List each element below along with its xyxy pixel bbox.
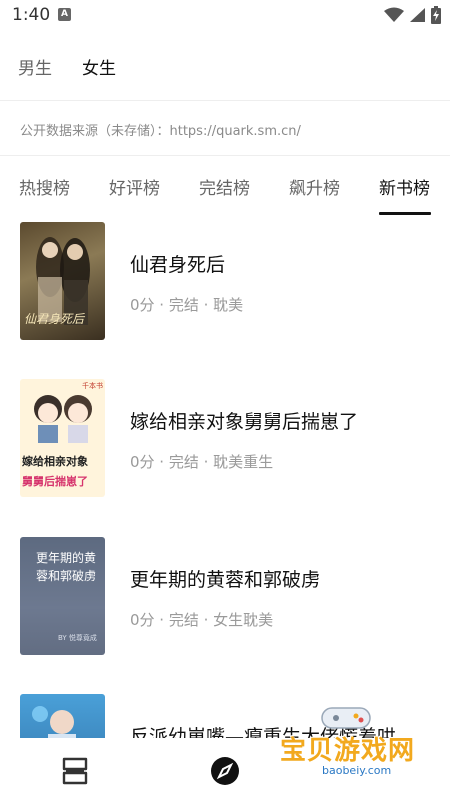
data-source-note: 公开数据来源（未存储）：https://quark.sm.cn/ xyxy=(20,124,301,139)
wifi-icon xyxy=(384,7,404,22)
notification-icon: A xyxy=(58,8,71,21)
book-title[interactable]: 更年期的黄蓉和郭破虏 xyxy=(130,565,320,592)
cover-badge: 千本书 xyxy=(82,382,103,390)
bookshelf-icon[interactable] xyxy=(60,757,90,785)
book-meta: 0分 · 完结 · 女生耽美 xyxy=(130,611,274,629)
cover-title-line2: 蓉和郭破虏 xyxy=(36,569,97,583)
book-list: 仙君身死后 仙君身死后 0分 · 完结 · 耽美 千本书 嫁给相亲对象 舅舅后揣… xyxy=(0,222,450,738)
cover-title-top: 嫁给相亲对象 xyxy=(22,455,88,468)
tab-rising[interactable]: 飙升榜 xyxy=(289,174,340,199)
book-meta: 0分 · 完结 · 耽美重生 xyxy=(130,453,274,471)
status-bar: 1:40 A xyxy=(0,0,450,30)
book-cover[interactable]: 仙君身死后 xyxy=(20,222,105,340)
gender-tabs: 男生 女生 xyxy=(18,54,116,79)
list-item[interactable]: 千本书 嫁给相亲对象 舅舅后揣崽了 嫁给相亲对象舅舅后揣崽了 0分 · 完结 ·… xyxy=(0,379,450,497)
divider xyxy=(0,155,450,156)
tab-completed[interactable]: 完结榜 xyxy=(199,174,250,199)
divider xyxy=(0,100,450,101)
cover-title-line1: 更年期的黄 xyxy=(36,551,97,565)
list-item[interactable]: 更年期的黄 蓉和郭破虏 BY 悦尊竟成 更年期的黄蓉和郭破虏 0分 · 完结 ·… xyxy=(0,537,450,655)
cover-title-bottom: 舅舅后揣崽了 xyxy=(22,475,88,488)
status-time: 1:40 xyxy=(12,5,51,25)
book-meta: 0分 · 完结 · 耽美 xyxy=(130,296,244,314)
signal-icon xyxy=(410,8,425,22)
list-item[interactable]: 仙君身死后 仙君身死后 0分 · 完结 · 耽美 xyxy=(0,222,450,340)
gamepad-icon xyxy=(321,707,371,729)
tab-female[interactable]: 女生 xyxy=(82,54,116,79)
cover-illustration xyxy=(32,706,76,738)
watermark-url: baobeiy.com xyxy=(322,764,392,777)
discover-compass-icon[interactable] xyxy=(210,756,240,786)
tab-male[interactable]: 男生 xyxy=(18,54,52,79)
tab-new-books[interactable]: 新书榜 xyxy=(379,174,430,199)
book-cover[interactable]: 千本书 嫁给相亲对象 舅舅后揣崽了 xyxy=(20,379,105,497)
tab-hot-search[interactable]: 热搜榜 xyxy=(19,174,70,199)
cover-author: BY 悦尊竟成 xyxy=(58,634,97,642)
watermark-text: 宝贝游戏网 xyxy=(280,736,416,766)
rank-tabs: 热搜榜 好评榜 完结榜 飙升榜 新书榜 xyxy=(0,174,450,216)
watermark: 宝贝游戏网 baobeiy.com xyxy=(272,702,422,790)
cover-title: 仙君身死后 xyxy=(24,312,85,326)
book-title[interactable]: 仙君身死后 xyxy=(130,250,225,277)
book-title[interactable]: 嫁给相亲对象舅舅后揣崽了 xyxy=(130,407,358,434)
active-tab-indicator xyxy=(379,212,431,215)
tab-top-rated[interactable]: 好评榜 xyxy=(109,174,160,199)
book-cover[interactable] xyxy=(20,694,105,738)
book-cover[interactable]: 更年期的黄 蓉和郭破虏 BY 悦尊竟成 xyxy=(20,537,105,655)
battery-charging-icon xyxy=(431,6,441,24)
